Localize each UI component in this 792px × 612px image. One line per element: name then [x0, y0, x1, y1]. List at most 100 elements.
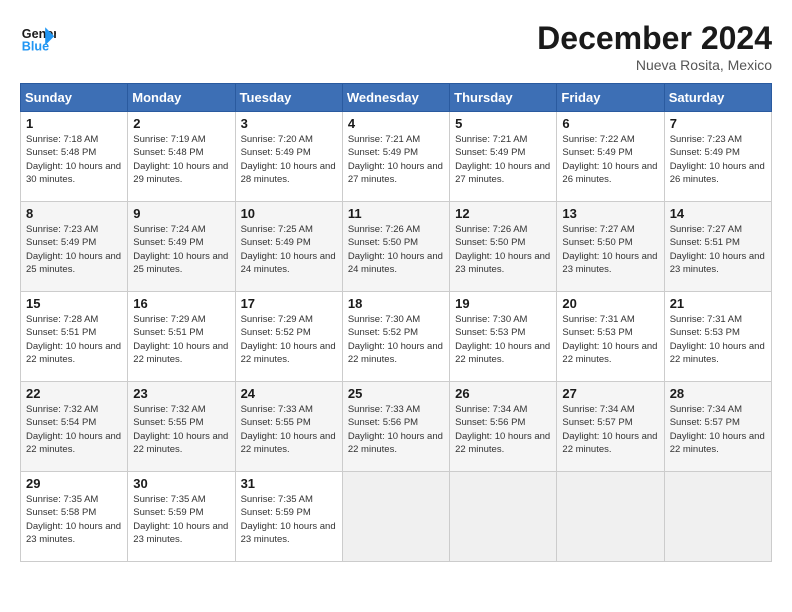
calendar-cell-25: 25 Sunrise: 7:33 AMSunset: 5:56 PMDaylig… — [342, 382, 449, 472]
day-number: 20 — [562, 296, 658, 311]
day-number: 17 — [241, 296, 337, 311]
day-number: 31 — [241, 476, 337, 491]
cell-info: Sunrise: 7:21 AMSunset: 5:49 PMDaylight:… — [455, 134, 550, 185]
cell-info: Sunrise: 7:25 AMSunset: 5:49 PMDaylight:… — [241, 224, 336, 275]
calendar-week-row: 8 Sunrise: 7:23 AMSunset: 5:49 PMDayligh… — [21, 202, 772, 292]
calendar-cell-10: 10 Sunrise: 7:25 AMSunset: 5:49 PMDaylig… — [235, 202, 342, 292]
month-title: December 2024 — [537, 20, 772, 57]
day-number: 22 — [26, 386, 122, 401]
cell-info: Sunrise: 7:24 AMSunset: 5:49 PMDaylight:… — [133, 224, 228, 275]
logo: General Blue — [20, 20, 56, 56]
calendar-table: Sunday Monday Tuesday Wednesday Thursday… — [20, 83, 772, 562]
day-number: 8 — [26, 206, 122, 221]
calendar-cell-28: 28 Sunrise: 7:34 AMSunset: 5:57 PMDaylig… — [664, 382, 771, 472]
weekday-header-row: Sunday Monday Tuesday Wednesday Thursday… — [21, 84, 772, 112]
header-sunday: Sunday — [21, 84, 128, 112]
calendar-cell-17: 17 Sunrise: 7:29 AMSunset: 5:52 PMDaylig… — [235, 292, 342, 382]
day-number: 13 — [562, 206, 658, 221]
header-monday: Monday — [128, 84, 235, 112]
cell-info: Sunrise: 7:23 AMSunset: 5:49 PMDaylight:… — [670, 134, 765, 185]
day-number: 29 — [26, 476, 122, 491]
calendar-cell-18: 18 Sunrise: 7:30 AMSunset: 5:52 PMDaylig… — [342, 292, 449, 382]
cell-info: Sunrise: 7:27 AMSunset: 5:50 PMDaylight:… — [562, 224, 657, 275]
title-block: December 2024 Nueva Rosita, Mexico — [537, 20, 772, 73]
header-saturday: Saturday — [664, 84, 771, 112]
day-number: 19 — [455, 296, 551, 311]
calendar-cell-8: 8 Sunrise: 7:23 AMSunset: 5:49 PMDayligh… — [21, 202, 128, 292]
calendar-cell-7: 7 Sunrise: 7:23 AMSunset: 5:49 PMDayligh… — [664, 112, 771, 202]
calendar-cell-empty — [664, 472, 771, 562]
calendar-cell-15: 15 Sunrise: 7:28 AMSunset: 5:51 PMDaylig… — [21, 292, 128, 382]
day-number: 4 — [348, 116, 444, 131]
cell-info: Sunrise: 7:34 AMSunset: 5:57 PMDaylight:… — [670, 404, 765, 455]
cell-info: Sunrise: 7:29 AMSunset: 5:52 PMDaylight:… — [241, 314, 336, 365]
day-number: 27 — [562, 386, 658, 401]
calendar-cell-29: 29 Sunrise: 7:35 AMSunset: 5:58 PMDaylig… — [21, 472, 128, 562]
day-number: 18 — [348, 296, 444, 311]
header-friday: Friday — [557, 84, 664, 112]
calendar-cell-1: 1 Sunrise: 7:18 AMSunset: 5:48 PMDayligh… — [21, 112, 128, 202]
calendar-cell-19: 19 Sunrise: 7:30 AMSunset: 5:53 PMDaylig… — [450, 292, 557, 382]
day-number: 11 — [348, 206, 444, 221]
calendar-cell-12: 12 Sunrise: 7:26 AMSunset: 5:50 PMDaylig… — [450, 202, 557, 292]
svg-text:Blue: Blue — [22, 40, 49, 54]
cell-info: Sunrise: 7:30 AMSunset: 5:53 PMDaylight:… — [455, 314, 550, 365]
calendar-cell-21: 21 Sunrise: 7:31 AMSunset: 5:53 PMDaylig… — [664, 292, 771, 382]
cell-info: Sunrise: 7:31 AMSunset: 5:53 PMDaylight:… — [670, 314, 765, 365]
calendar-cell-31: 31 Sunrise: 7:35 AMSunset: 5:59 PMDaylig… — [235, 472, 342, 562]
cell-info: Sunrise: 7:35 AMSunset: 5:59 PMDaylight:… — [133, 494, 228, 545]
cell-info: Sunrise: 7:33 AMSunset: 5:55 PMDaylight:… — [241, 404, 336, 455]
day-number: 28 — [670, 386, 766, 401]
calendar-cell-30: 30 Sunrise: 7:35 AMSunset: 5:59 PMDaylig… — [128, 472, 235, 562]
cell-info: Sunrise: 7:20 AMSunset: 5:49 PMDaylight:… — [241, 134, 336, 185]
day-number: 6 — [562, 116, 658, 131]
calendar-cell-6: 6 Sunrise: 7:22 AMSunset: 5:49 PMDayligh… — [557, 112, 664, 202]
page-header: General Blue December 2024 Nueva Rosita,… — [20, 20, 772, 73]
cell-info: Sunrise: 7:34 AMSunset: 5:57 PMDaylight:… — [562, 404, 657, 455]
day-number: 9 — [133, 206, 229, 221]
day-number: 30 — [133, 476, 229, 491]
cell-info: Sunrise: 7:26 AMSunset: 5:50 PMDaylight:… — [455, 224, 550, 275]
calendar-week-row: 29 Sunrise: 7:35 AMSunset: 5:58 PMDaylig… — [21, 472, 772, 562]
calendar-cell-26: 26 Sunrise: 7:34 AMSunset: 5:56 PMDaylig… — [450, 382, 557, 472]
cell-info: Sunrise: 7:26 AMSunset: 5:50 PMDaylight:… — [348, 224, 443, 275]
day-number: 26 — [455, 386, 551, 401]
calendar-cell-11: 11 Sunrise: 7:26 AMSunset: 5:50 PMDaylig… — [342, 202, 449, 292]
calendar-cell-20: 20 Sunrise: 7:31 AMSunset: 5:53 PMDaylig… — [557, 292, 664, 382]
cell-info: Sunrise: 7:29 AMSunset: 5:51 PMDaylight:… — [133, 314, 228, 365]
day-number: 10 — [241, 206, 337, 221]
cell-info: Sunrise: 7:33 AMSunset: 5:56 PMDaylight:… — [348, 404, 443, 455]
cell-info: Sunrise: 7:31 AMSunset: 5:53 PMDaylight:… — [562, 314, 657, 365]
cell-info: Sunrise: 7:35 AMSunset: 5:58 PMDaylight:… — [26, 494, 121, 545]
calendar-cell-22: 22 Sunrise: 7:32 AMSunset: 5:54 PMDaylig… — [21, 382, 128, 472]
day-number: 15 — [26, 296, 122, 311]
logo-icon: General Blue — [20, 20, 56, 56]
calendar-cell-empty — [450, 472, 557, 562]
cell-info: Sunrise: 7:35 AMSunset: 5:59 PMDaylight:… — [241, 494, 336, 545]
day-number: 7 — [670, 116, 766, 131]
day-number: 23 — [133, 386, 229, 401]
calendar-cell-empty — [557, 472, 664, 562]
calendar-cell-4: 4 Sunrise: 7:21 AMSunset: 5:49 PMDayligh… — [342, 112, 449, 202]
calendar-cell-5: 5 Sunrise: 7:21 AMSunset: 5:49 PMDayligh… — [450, 112, 557, 202]
calendar-cell-23: 23 Sunrise: 7:32 AMSunset: 5:55 PMDaylig… — [128, 382, 235, 472]
cell-info: Sunrise: 7:27 AMSunset: 5:51 PMDaylight:… — [670, 224, 765, 275]
day-number: 24 — [241, 386, 337, 401]
calendar-week-row: 22 Sunrise: 7:32 AMSunset: 5:54 PMDaylig… — [21, 382, 772, 472]
header-tuesday: Tuesday — [235, 84, 342, 112]
day-number: 5 — [455, 116, 551, 131]
calendar-cell-13: 13 Sunrise: 7:27 AMSunset: 5:50 PMDaylig… — [557, 202, 664, 292]
day-number: 16 — [133, 296, 229, 311]
day-number: 21 — [670, 296, 766, 311]
cell-info: Sunrise: 7:32 AMSunset: 5:55 PMDaylight:… — [133, 404, 228, 455]
cell-info: Sunrise: 7:21 AMSunset: 5:49 PMDaylight:… — [348, 134, 443, 185]
calendar-week-row: 15 Sunrise: 7:28 AMSunset: 5:51 PMDaylig… — [21, 292, 772, 382]
day-number: 2 — [133, 116, 229, 131]
calendar-cell-16: 16 Sunrise: 7:29 AMSunset: 5:51 PMDaylig… — [128, 292, 235, 382]
calendar-cell-2: 2 Sunrise: 7:19 AMSunset: 5:48 PMDayligh… — [128, 112, 235, 202]
calendar-cell-3: 3 Sunrise: 7:20 AMSunset: 5:49 PMDayligh… — [235, 112, 342, 202]
cell-info: Sunrise: 7:19 AMSunset: 5:48 PMDaylight:… — [133, 134, 228, 185]
day-number: 3 — [241, 116, 337, 131]
cell-info: Sunrise: 7:34 AMSunset: 5:56 PMDaylight:… — [455, 404, 550, 455]
calendar-week-row: 1 Sunrise: 7:18 AMSunset: 5:48 PMDayligh… — [21, 112, 772, 202]
